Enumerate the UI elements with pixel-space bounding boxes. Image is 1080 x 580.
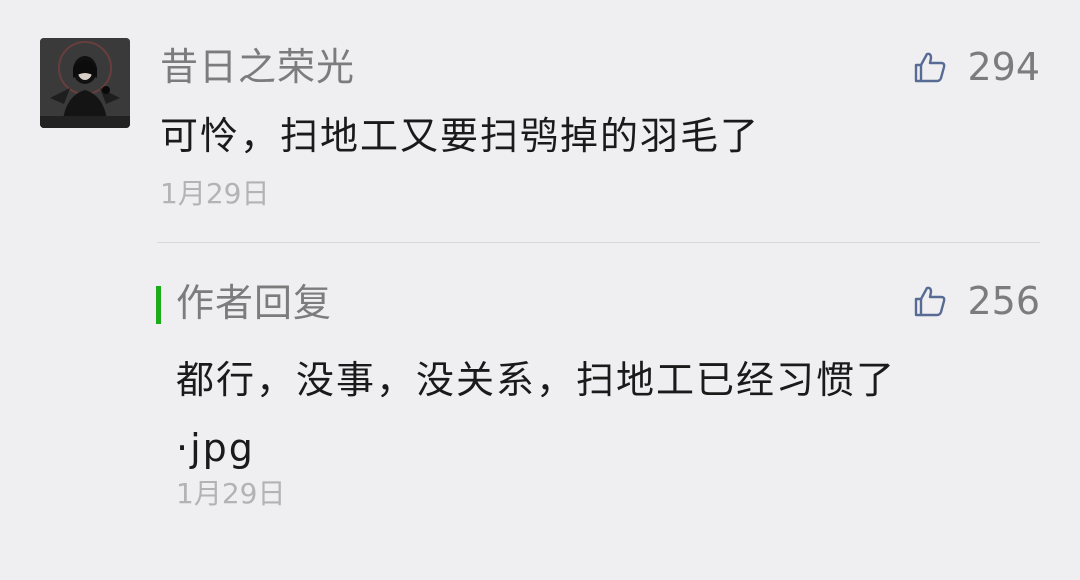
comment-item: 昔日之荣光 294 可怜，扫地工又要扫鸮掉的羽毛了 1月29日	[0, 0, 1080, 244]
reply-text-line: 都行，没事，没关系，扫地工已经习惯了	[176, 358, 897, 402]
comment-like-button[interactable]: 294	[913, 42, 1040, 92]
avatar-image	[40, 38, 130, 128]
avatar[interactable]	[40, 38, 130, 128]
reply-like-count: 256	[967, 279, 1040, 323]
comment-username[interactable]: 昔日之荣光	[160, 42, 355, 92]
author-reply: 作者回复 256 都行，没事，没关系，扫地工已经习惯了 ·jpg 1月29日	[0, 244, 1080, 580]
reply-text: 都行，没事，没关系，扫地工已经习惯了 ·jpg	[176, 346, 1016, 482]
reply-accent-bar	[156, 286, 161, 324]
comment-text: 可怜，扫地工又要扫鸮掉的羽毛了	[160, 114, 761, 158]
thumbs-up-icon	[915, 52, 946, 83]
divider	[157, 242, 1040, 243]
comment-like-count: 294	[967, 45, 1040, 89]
thumbs-up-icon	[915, 286, 946, 317]
reply-label: 作者回复	[176, 281, 333, 325]
reply-like-button[interactable]: 256	[913, 276, 1040, 326]
reply-text-line: ·jpg	[176, 426, 255, 470]
reply-date: 1月29日	[176, 477, 286, 510]
comment-date: 1月29日	[160, 177, 270, 210]
